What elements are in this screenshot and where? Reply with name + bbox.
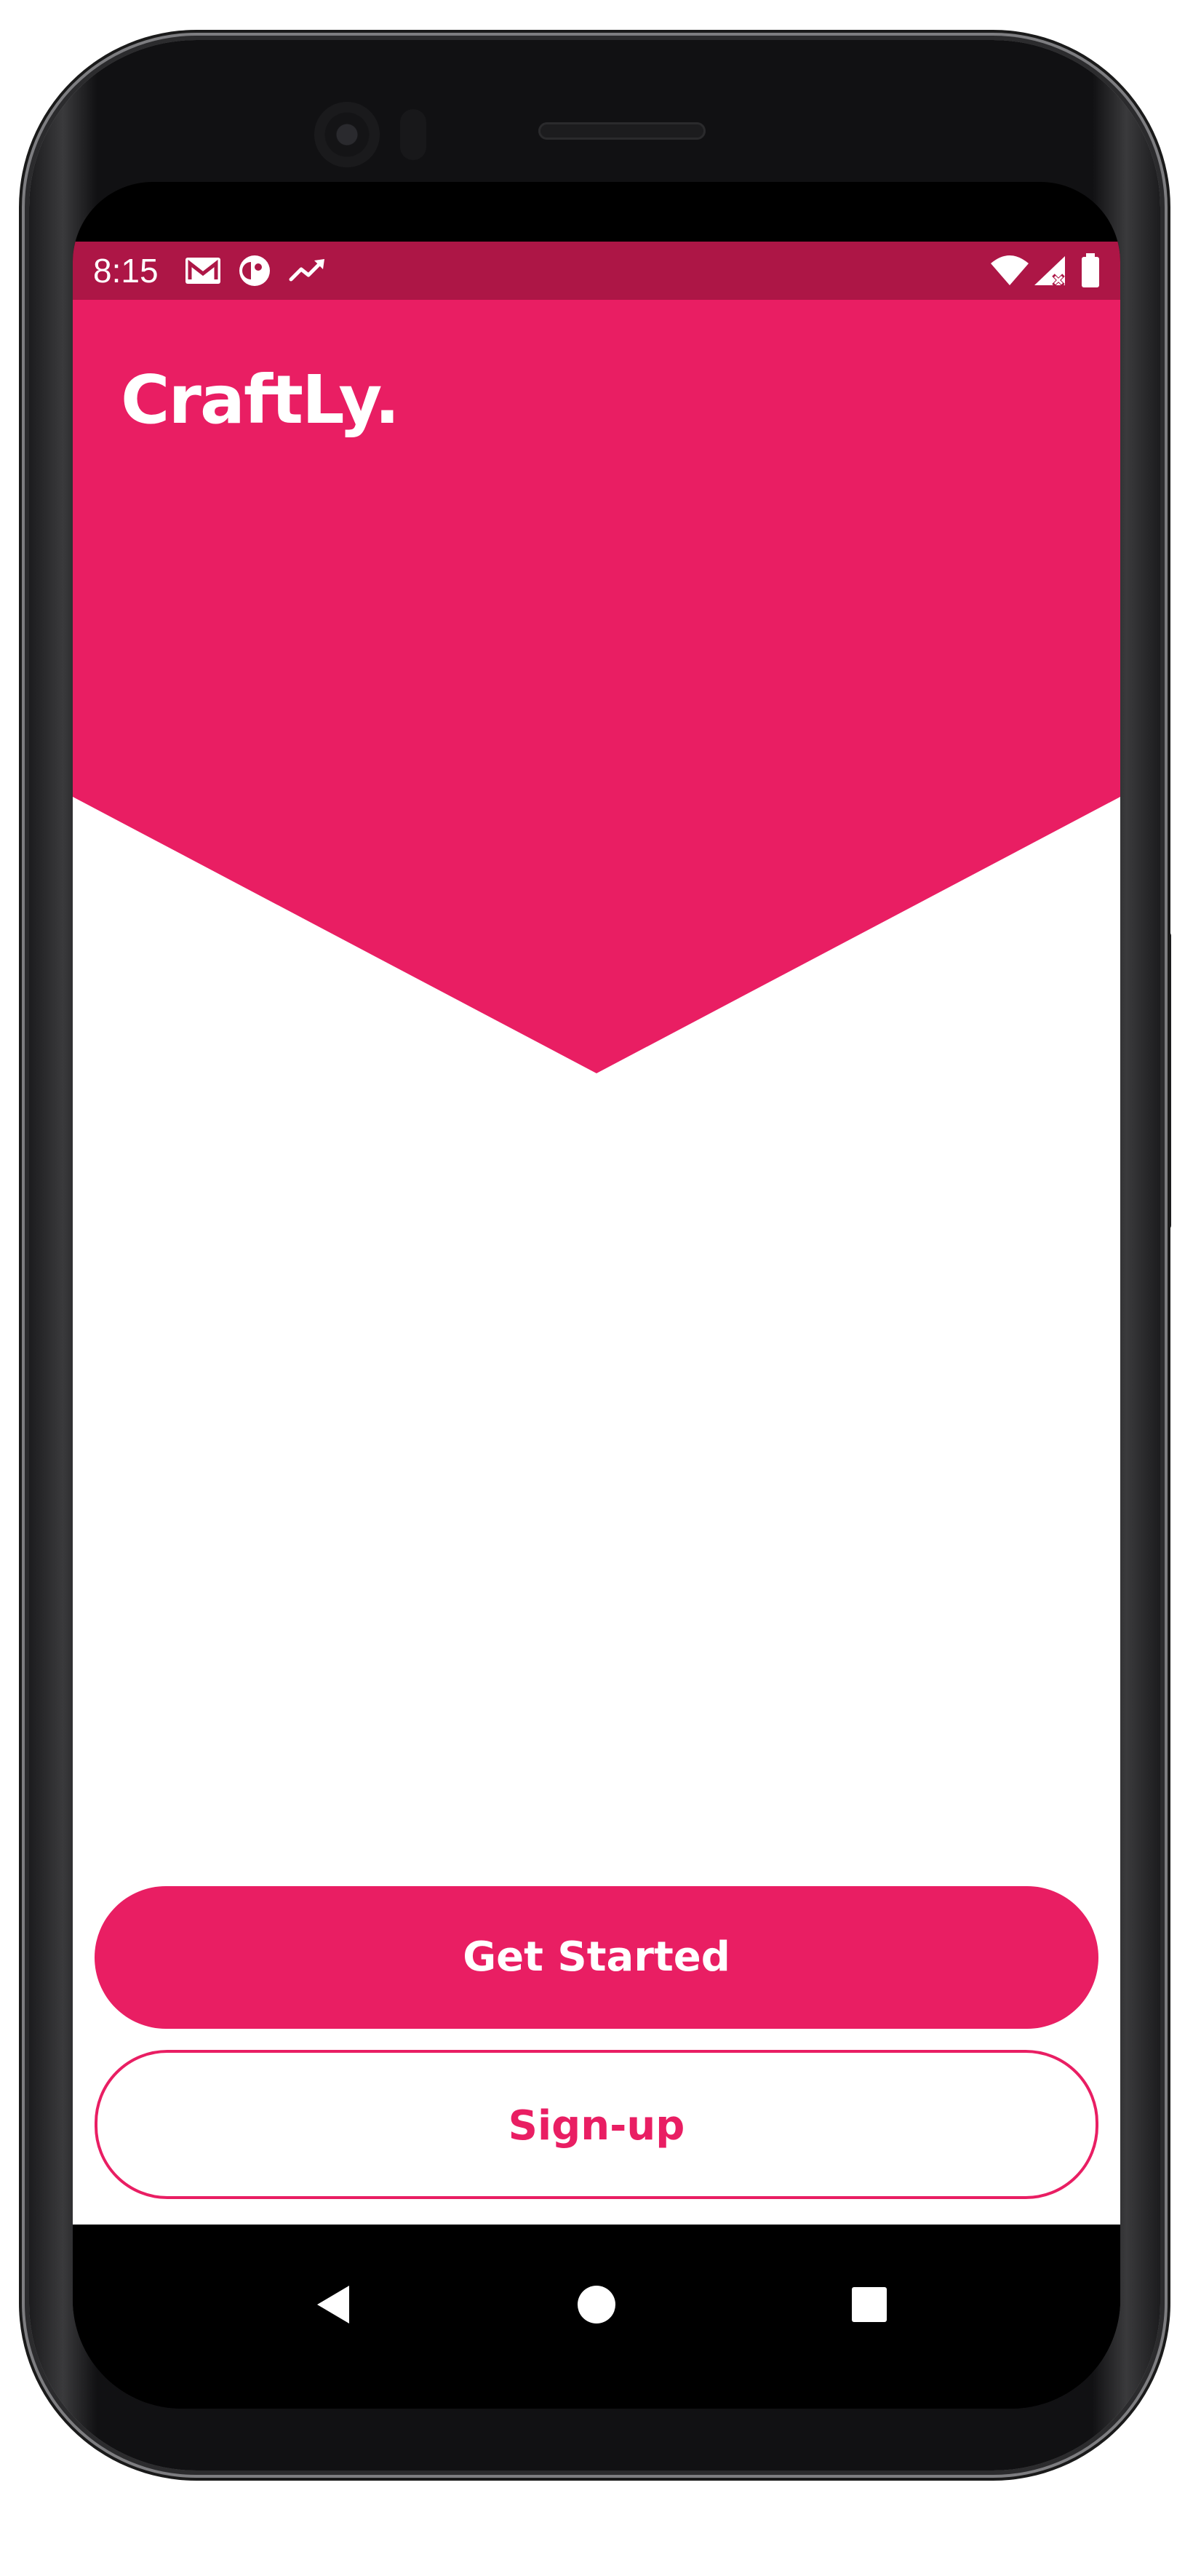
recents-icon[interactable] bbox=[826, 2261, 913, 2348]
phone-screen: 8:15 CraftLy. Get Started Sign-up bbox=[73, 182, 1120, 2409]
device-stage: 8:15 CraftLy. Get Started Sign-up bbox=[0, 0, 1193, 2576]
sign-up-button[interactable]: Sign-up bbox=[95, 2050, 1098, 2199]
get-started-button[interactable]: Get Started bbox=[95, 1886, 1098, 2029]
earpiece-speaker bbox=[538, 122, 706, 140]
gmail-icon bbox=[185, 258, 220, 284]
app-notification-icon bbox=[239, 255, 270, 286]
proximity-sensor bbox=[400, 109, 426, 160]
app-logo-text: CraftLy. bbox=[121, 361, 400, 439]
navigation-bar bbox=[73, 2225, 1120, 2409]
status-bar: 8:15 bbox=[73, 242, 1120, 300]
back-icon[interactable] bbox=[291, 2261, 378, 2348]
battery-icon bbox=[1082, 253, 1099, 287]
trending-icon bbox=[289, 259, 324, 282]
status-time: 8:15 bbox=[93, 252, 159, 290]
home-icon[interactable] bbox=[553, 2261, 640, 2348]
app-content: CraftLy. Get Started Sign-up bbox=[73, 300, 1120, 2225]
cellular-no-data-icon bbox=[1034, 256, 1065, 287]
front-camera bbox=[314, 102, 380, 167]
wifi-icon bbox=[991, 255, 1029, 285]
